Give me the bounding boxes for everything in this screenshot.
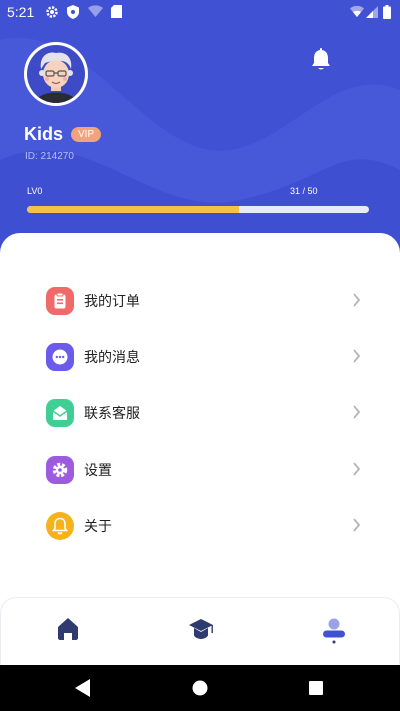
xp-text: 31 / 50 [290, 186, 318, 196]
status-bar: 5:21 [0, 0, 400, 24]
gear-icon [46, 456, 74, 484]
battery-status-icon [383, 5, 391, 19]
chevron-right-icon [353, 405, 361, 419]
chevron-right-icon [353, 293, 361, 307]
menu-item-about[interactable]: 关于 [0, 501, 400, 551]
status-time: 5:21 [7, 4, 35, 20]
level-progress-bar [27, 206, 369, 213]
bottom-tab-bar [0, 597, 400, 665]
clipboard-icon [46, 287, 74, 315]
envelope-icon [46, 399, 74, 427]
chevron-right-icon [353, 349, 361, 363]
menu-item-label: 设置 [84, 463, 112, 479]
system-navigation-bar [0, 665, 400, 711]
wifi-status-icon [350, 5, 364, 17]
chat-bubble-icon [46, 343, 74, 371]
avatar-illustration [27, 45, 85, 103]
user-id: ID: 214270 [25, 151, 74, 162]
tab-home[interactable] [46, 608, 90, 652]
chevron-right-icon [353, 518, 361, 532]
settings-status-icon [46, 6, 58, 18]
shield-status-icon [67, 5, 79, 19]
tab-profile[interactable] [312, 608, 356, 652]
username: Kids [24, 124, 64, 144]
menu-item-my-messages[interactable]: 我的消息 [0, 332, 400, 382]
wifi-off-status-icon [88, 5, 103, 17]
tab-courses[interactable] [179, 608, 223, 652]
menu-item-my-orders[interactable]: 我的订单 [0, 276, 400, 326]
menu-item-label: 关于 [84, 519, 112, 535]
graduation-cap-icon [189, 619, 213, 639]
user-icon [323, 618, 345, 644]
menu-item-settings[interactable]: 设置 [0, 445, 400, 495]
recents-square-icon[interactable] [307, 678, 325, 698]
avatar[interactable] [24, 42, 88, 106]
menu-item-label: 联系客服 [84, 406, 140, 422]
level-progress-fill [27, 206, 240, 213]
notification-bell-icon[interactable] [310, 48, 332, 72]
chevron-right-icon [353, 462, 361, 476]
menu-item-label: 我的消息 [84, 350, 140, 366]
sim-card-status-icon [111, 5, 122, 18]
level-label: LV0 [27, 186, 43, 196]
menu-item-customer-service[interactable]: 联系客服 [0, 388, 400, 438]
menu-item-label: 我的订单 [84, 294, 140, 310]
home-icon [58, 618, 78, 640]
back-triangle-icon[interactable] [74, 678, 92, 698]
vip-badge: VIP [71, 127, 102, 142]
bell-icon [46, 512, 74, 540]
signal-status-icon [366, 6, 378, 18]
profile-header: 5:21 Kids VIP ID: 214270 LV0 31 / 50 [0, 0, 400, 260]
home-circle-icon[interactable] [191, 678, 209, 698]
